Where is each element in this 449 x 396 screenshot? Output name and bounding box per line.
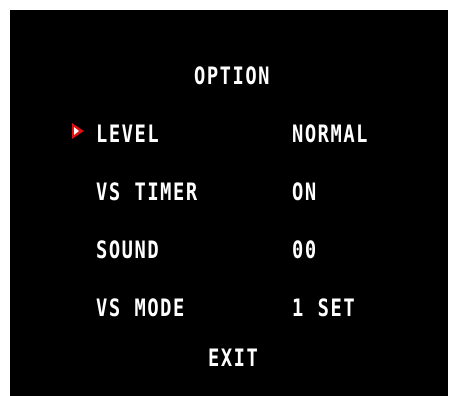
menu-value-level[interactable]: NORMAL [292,122,369,146]
menu-item-level[interactable]: LEVEL [96,122,160,146]
menu-value-vs-timer[interactable]: ON [292,180,318,204]
menu-value-sound[interactable]: 00 [292,238,318,262]
menu-item-vs-timer[interactable]: VS TIMER [96,180,199,204]
selection-arrow-icon [72,123,84,139]
menu-item-sound[interactable]: SOUND [96,238,160,262]
game-screen: OPTION LEVEL NORMAL VS TIMER ON SOUND 00… [10,10,448,396]
menu-title: OPTION [194,62,271,90]
menu-item-vs-mode[interactable]: VS MODE [96,296,186,320]
exit-button[interactable]: EXIT [208,346,259,370]
menu-value-vs-mode[interactable]: 1 SET [292,296,356,320]
